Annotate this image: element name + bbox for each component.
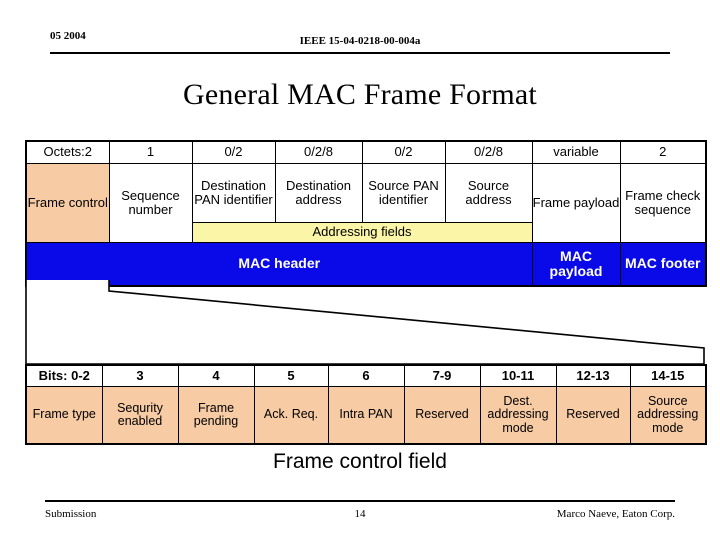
slide: 05 2004 IEEE 15-04-0218-00-004a General … [0, 0, 720, 540]
diagram-caption: Frame control field [273, 450, 447, 473]
octets-cell: 0/2/8 [274, 140, 363, 164]
octets-cell: variable [531, 140, 621, 164]
bits-cell: 3 [101, 364, 179, 387]
bits-cell: 14-15 [629, 364, 707, 387]
frame-control-table: Bits: 0-2 3 4 5 6 7-9 10-11 12-13 14-15 … [25, 364, 707, 445]
octets-cell: 1 [108, 140, 193, 164]
octets-cell: 0/2 [361, 140, 446, 164]
bit-field-reserved-1: Reserved [403, 386, 481, 445]
octets-cell: Octets:2 [25, 140, 110, 164]
bits-cell: 10-11 [479, 364, 557, 387]
bit-field-reserved-2: Reserved [555, 386, 631, 445]
slide-header: 05 2004 IEEE 15-04-0218-00-004a [50, 30, 670, 52]
octets-cell: 0/2 [191, 140, 276, 164]
field-name-row: Frame control Sequence number Destinatio… [25, 163, 707, 243]
bit-field-source-addressing-mode: Source addressing mode [629, 386, 707, 445]
bit-field-dest-addressing-mode: Dest. addressing mode [479, 386, 557, 445]
bits-cell: 4 [177, 364, 255, 387]
field-frame-payload: Frame payload [531, 163, 621, 243]
octets-cell: 2 [619, 140, 707, 164]
mac-frame-table: Octets:2 1 0/2 0/2/8 0/2 0/2/8 variable … [25, 140, 707, 287]
bit-field-frame-type: Frame type [25, 386, 103, 445]
header-divider [50, 52, 670, 54]
octets-row: Octets:2 1 0/2 0/2/8 0/2 0/2/8 variable … [25, 140, 707, 164]
field-destination-pan-identifier: Destination PAN identifier [191, 163, 276, 223]
footer-divider [45, 500, 675, 502]
bits-cell: 7-9 [403, 364, 481, 387]
bit-field-frame-pending: Frame pending [177, 386, 255, 445]
slide-footer: Submission 14 Marco Naeve, Eaton Corp. [45, 508, 675, 524]
field-frame-control: Frame control [25, 163, 110, 243]
field-source-pan-identifier: Source PAN identifier [361, 163, 446, 223]
bit-field-intra-pan: Intra PAN [327, 386, 405, 445]
footer-author: Marco Naeve, Eaton Corp. [556, 508, 675, 520]
field-destination-address: Destination address [274, 163, 363, 223]
field-source-address: Source address [444, 163, 533, 223]
connector-outline [25, 280, 705, 365]
bits-cell: 6 [327, 364, 405, 387]
bits-cell: 5 [253, 364, 329, 387]
field-frame-check-sequence: Frame check sequence [619, 163, 707, 243]
field-sequence-number: Sequence number [108, 163, 193, 243]
bit-field-security-enabled: Sequrity enabled [101, 386, 179, 445]
addressing-fields-band: Addressing fields [191, 222, 533, 243]
page-title: General MAC Frame Format [183, 78, 537, 111]
expansion-connector [25, 280, 705, 365]
bit-name-row: Frame type Sequrity enabled Frame pendin… [25, 386, 707, 445]
bits-cell: 12-13 [555, 364, 631, 387]
mac-frame-diagram: Octets:2 1 0/2 0/2/8 0/2 0/2/8 variable … [25, 140, 707, 450]
bits-row: Bits: 0-2 3 4 5 6 7-9 10-11 12-13 14-15 [25, 364, 707, 387]
header-document-id: IEEE 15-04-0218-00-004a [299, 35, 421, 47]
octets-cell: 0/2/8 [444, 140, 533, 164]
bits-cell: Bits: 0-2 [25, 364, 103, 387]
bit-field-ack-request: Ack. Req. [253, 386, 329, 445]
